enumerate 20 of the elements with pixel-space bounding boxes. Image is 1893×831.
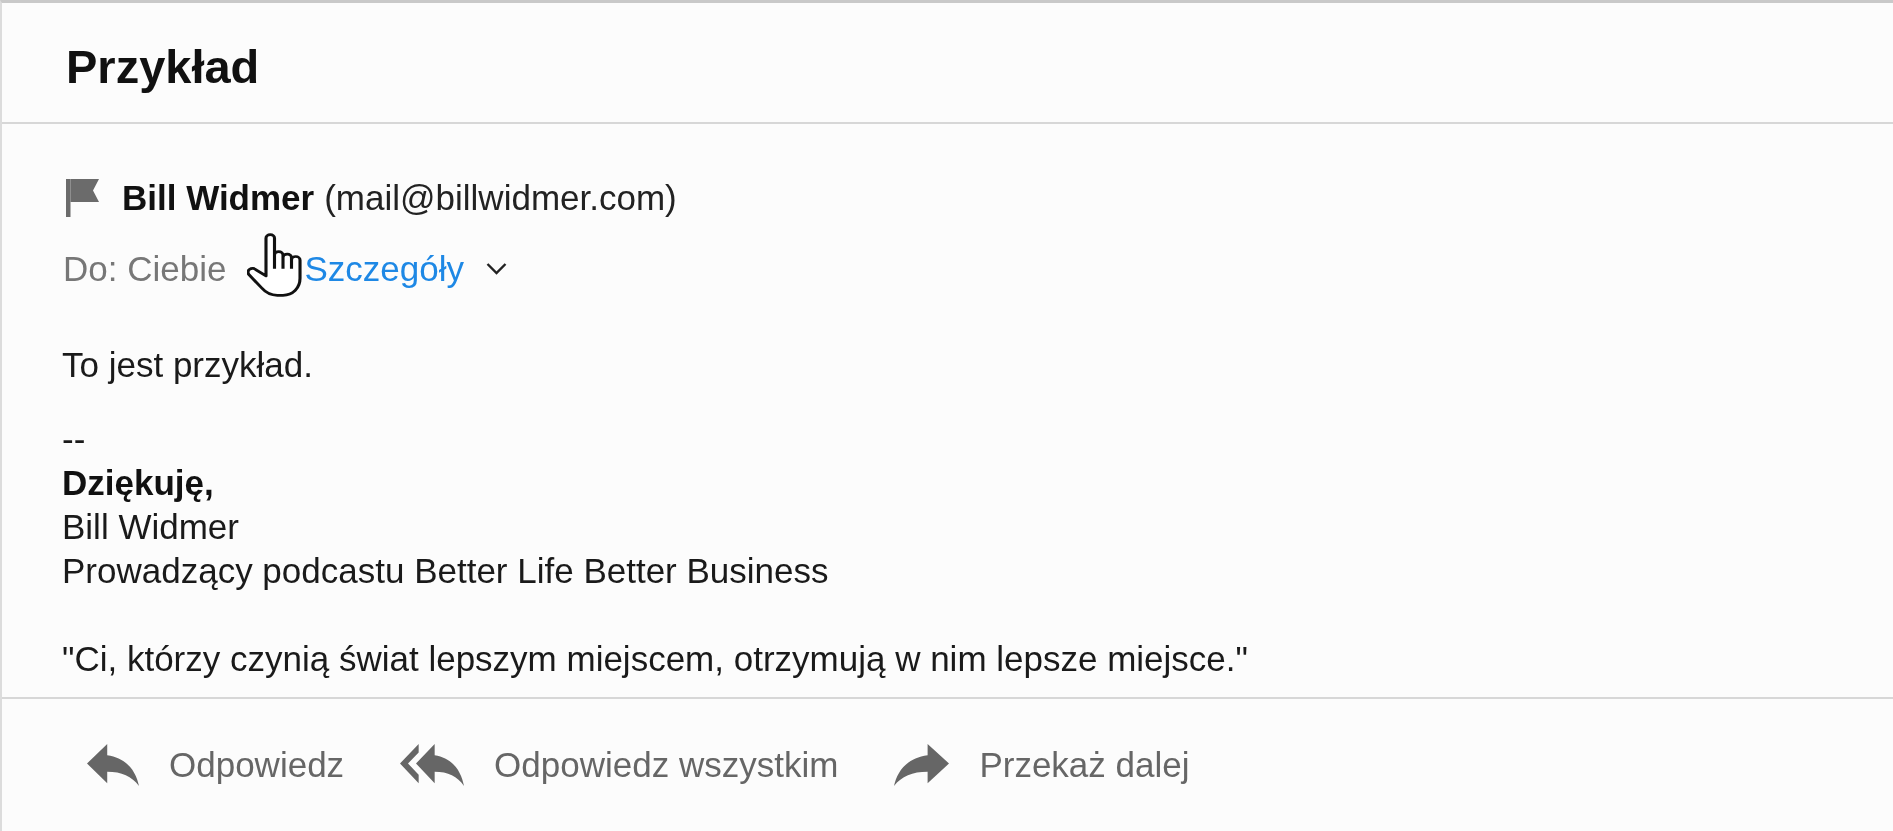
- reply-icon[interactable]: [87, 744, 139, 786]
- forward-icon[interactable]: [894, 744, 950, 786]
- signature-separator: --: [62, 418, 87, 460]
- reply-button[interactable]: Odpowiedz: [87, 743, 345, 787]
- reply-all-button[interactable]: Odpowiedz wszystkim: [400, 743, 839, 787]
- forward-button[interactable]: Przekaż dalej: [894, 743, 1190, 787]
- quote-text: "Ci, którzy czynią świat lepszym miejscem, otrzymują w nim lepsze miejsce.": [62, 638, 1249, 680]
- signature-role: Prowadzący podcastu Better Life Better Business: [62, 550, 830, 592]
- message-text: To jest przykład.: [62, 344, 314, 386]
- sender-name: Bill Widmer: [122, 177, 315, 219]
- details-link[interactable]: Szczegóły: [304, 247, 507, 291]
- chevron-down-icon[interactable]: [485, 263, 507, 275]
- hand-cursor-icon: [247, 233, 302, 297]
- email-subject: Przykład: [66, 39, 260, 96]
- recipient-text: Do: Ciebie: [63, 248, 227, 290]
- signature-name: Bill Widmer: [62, 506, 240, 548]
- signature-closing: Dziękuję,: [62, 462, 215, 504]
- reply-all-icon[interactable]: [400, 744, 465, 786]
- sender-email: (mail@billwidmer.com): [324, 177, 677, 219]
- flag-icon[interactable]: [66, 179, 99, 217]
